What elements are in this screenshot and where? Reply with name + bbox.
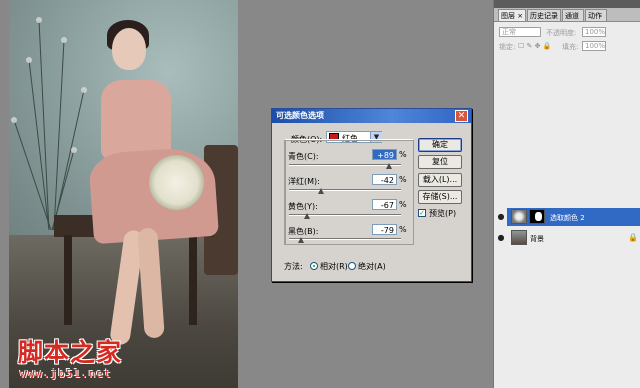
yellow-label: 黄色(Y): bbox=[288, 202, 318, 211]
selective-color-dialog: 可选颜色选项 ✕ 颜色(O): 红色 ▼ 青色(C): +89 % 洋红(M):… bbox=[271, 108, 472, 282]
cyan-slider-track[interactable] bbox=[289, 164, 401, 166]
method-label: 方法: bbox=[284, 262, 303, 271]
reset-button[interactable]: 复位 bbox=[418, 155, 462, 169]
lock-icon: 🔒 bbox=[628, 233, 638, 242]
layer-row[interactable]: 选取颜色 2 bbox=[507, 208, 640, 226]
lock-icons[interactable]: ☐ ✎ ✥ 🔒 bbox=[518, 42, 551, 50]
panel-top-strip bbox=[494, 0, 640, 8]
yellow-slider-thumb[interactable] bbox=[304, 213, 311, 219]
yellow-input[interactable]: -67 bbox=[372, 199, 397, 210]
yellow-percent: % bbox=[399, 200, 407, 209]
dialog-titlebar[interactable]: 可选颜色选项 ✕ bbox=[272, 109, 471, 123]
save-button[interactable]: 存储(S)... bbox=[418, 190, 462, 204]
photo-bench-leg bbox=[189, 235, 197, 325]
watermark-title: 脚本之家 bbox=[18, 338, 123, 367]
adjustment-layer-icon bbox=[511, 209, 527, 224]
cyan-label: 青色(C): bbox=[288, 152, 319, 161]
eye-icon[interactable]: ● bbox=[496, 208, 506, 226]
magenta-input[interactable]: -42 bbox=[372, 174, 397, 185]
layer-name: 背景 bbox=[530, 235, 544, 243]
preview-checkbox[interactable]: ✓ bbox=[418, 209, 426, 217]
layer-name: 选取颜色 2 bbox=[550, 214, 585, 222]
opacity-input[interactable]: 100% bbox=[582, 27, 606, 37]
load-button[interactable]: 载入(L)... bbox=[418, 173, 462, 187]
preview-label: 预览(P) bbox=[429, 209, 457, 218]
cyan-percent: % bbox=[399, 150, 407, 159]
absolute-label: 绝对(A) bbox=[358, 262, 386, 271]
relative-label: 相对(R) bbox=[320, 262, 348, 271]
canvas-photo bbox=[9, 0, 238, 388]
tab-layers[interactable]: 图层 × bbox=[498, 9, 526, 21]
absolute-radio[interactable] bbox=[348, 262, 356, 270]
tab-actions[interactable]: 动作 bbox=[585, 9, 607, 21]
cyan-slider-thumb[interactable] bbox=[385, 163, 392, 169]
photo-bench-leg bbox=[64, 235, 72, 325]
magenta-percent: % bbox=[399, 175, 407, 184]
layers-panel: 图层 × 历史记录 通道 动作 正常 不透明度: 100% 锁定: ☐ ✎ ✥ … bbox=[493, 0, 640, 388]
tab-history[interactable]: 历史记录 bbox=[527, 9, 561, 21]
photo-head bbox=[112, 28, 146, 70]
photo-dried-plant bbox=[11, 17, 87, 230]
cyan-input[interactable]: +89 bbox=[372, 149, 397, 160]
layer-mask-thumbnail bbox=[529, 209, 545, 224]
watermark-url: www.jb51.net bbox=[20, 367, 112, 380]
background-thumbnail bbox=[511, 230, 527, 245]
ok-button[interactable]: 确定 bbox=[418, 138, 462, 152]
blend-mode-select[interactable]: 正常 bbox=[499, 27, 541, 37]
opacity-label: 不透明度: bbox=[546, 29, 577, 37]
black-slider-track[interactable] bbox=[289, 238, 401, 240]
magenta-label: 洋红(M): bbox=[288, 177, 320, 186]
relative-radio[interactable] bbox=[310, 262, 318, 270]
fill-label: 填充: bbox=[562, 43, 579, 51]
fill-input[interactable]: 100% bbox=[582, 41, 606, 51]
close-icon[interactable]: ✕ bbox=[455, 110, 468, 122]
black-slider-thumb[interactable] bbox=[297, 237, 304, 243]
black-input[interactable]: -79 bbox=[372, 224, 397, 235]
dialog-title: 可选颜色选项 bbox=[276, 111, 324, 120]
black-percent: % bbox=[399, 225, 407, 234]
panel-tabs: 图层 × 历史记录 通道 动作 bbox=[494, 8, 640, 22]
eye-icon[interactable]: ● bbox=[496, 229, 506, 247]
layer-row[interactable]: 背景 🔒 bbox=[507, 229, 640, 247]
black-label: 黑色(B): bbox=[288, 227, 319, 236]
magenta-slider-track[interactable] bbox=[289, 189, 401, 191]
magenta-slider-thumb[interactable] bbox=[318, 188, 325, 194]
mask-shape bbox=[535, 212, 542, 221]
tab-channels[interactable]: 通道 bbox=[562, 9, 584, 21]
lock-label: 锁定: bbox=[499, 43, 516, 51]
photo-flowers bbox=[149, 155, 204, 210]
photo-torso bbox=[101, 80, 171, 160]
